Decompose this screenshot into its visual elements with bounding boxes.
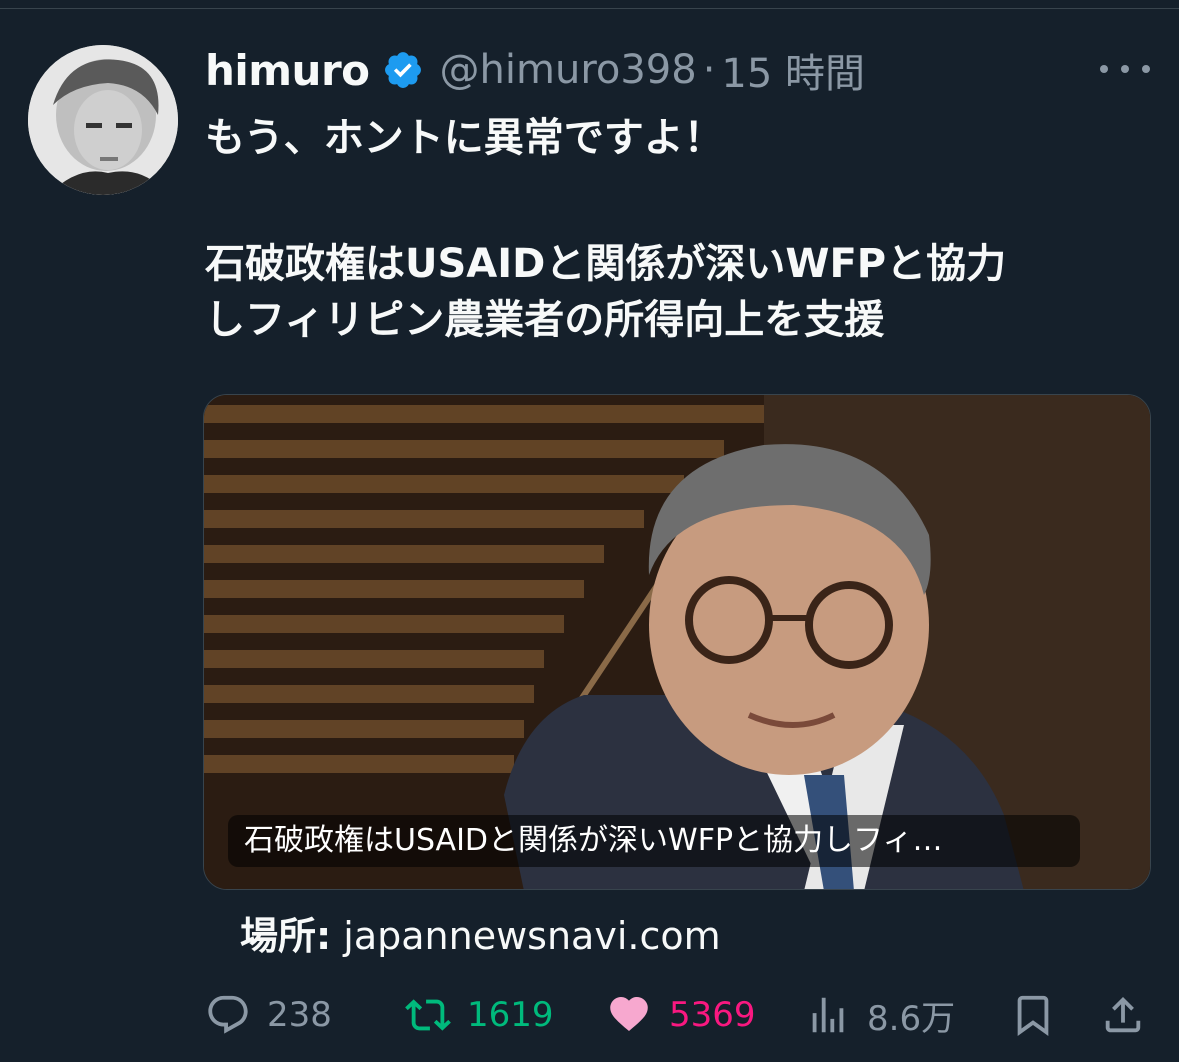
retweet-icon bbox=[405, 992, 451, 1038]
tweet-text-line: もう、ホントに異常ですよ！ bbox=[205, 115, 724, 161]
views-icon bbox=[805, 992, 851, 1038]
views-count: 8.6万 bbox=[867, 998, 956, 1039]
card-caption: 石破政権はUSAIDと関係が深いWFPと協力しフィ… bbox=[228, 815, 1080, 867]
verified-badge-icon bbox=[382, 49, 424, 91]
tweet-text-line: しフィリピン農業者の所得向上を支援 bbox=[205, 297, 885, 343]
link-card[interactable]: 石破政権はUSAIDと関係が深いWFPと協力しフィ… bbox=[203, 394, 1151, 890]
bookmark-icon bbox=[1010, 992, 1056, 1038]
action-bar: 238 1619 5369 8.6万 bbox=[205, 985, 1150, 1045]
tweet-text: もう、ホントに異常ですよ！ 石破政権はUSAIDと関係が深いWFPと協力 しフィ… bbox=[205, 110, 1155, 348]
source-domain[interactable]: japannewsnavi.com bbox=[343, 914, 720, 958]
author-handle[interactable]: @himuro398 bbox=[440, 47, 697, 93]
card-source[interactable]: 場所: japannewsnavi.com bbox=[240, 905, 721, 960]
heart-icon bbox=[605, 991, 653, 1039]
like-count: 5369 bbox=[669, 995, 756, 1035]
author-name[interactable]: himuro bbox=[205, 46, 370, 95]
like-button[interactable]: 5369 bbox=[605, 985, 756, 1045]
reply-button[interactable]: 238 bbox=[205, 985, 332, 1045]
tweet[interactable]: himuro @himuro398 · 15 時間 もう、ホントに異常ですよ！ … bbox=[0, 0, 1179, 1062]
retweet-count: 1619 bbox=[467, 995, 554, 1035]
separator: · bbox=[702, 47, 716, 93]
share-icon bbox=[1100, 992, 1146, 1038]
source-label: 場所: bbox=[240, 914, 332, 958]
reply-icon bbox=[205, 992, 251, 1038]
tweet-header: himuro @himuro398 · 15 時間 bbox=[205, 38, 865, 102]
reply-count: 238 bbox=[267, 995, 332, 1035]
timestamp[interactable]: 15 時間 bbox=[721, 41, 865, 99]
tweet-text-line: 石破政権はUSAIDと関係が深いWFPと協力 bbox=[205, 241, 1007, 287]
share-button[interactable] bbox=[1100, 985, 1146, 1045]
retweet-button[interactable]: 1619 bbox=[405, 985, 554, 1045]
more-icon[interactable] bbox=[1100, 56, 1150, 82]
avatar[interactable] bbox=[28, 45, 178, 195]
bookmark-button[interactable] bbox=[1010, 985, 1056, 1045]
views-button[interactable]: 8.6万 bbox=[805, 985, 955, 1045]
